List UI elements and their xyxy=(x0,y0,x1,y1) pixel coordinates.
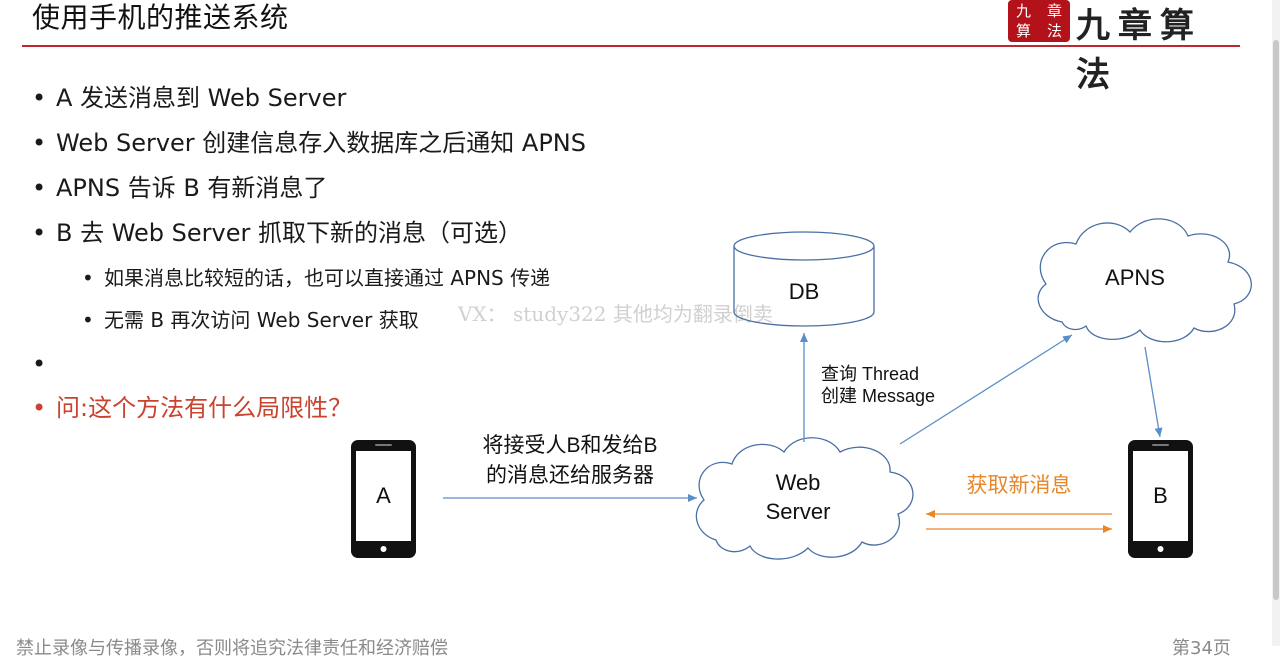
arrow-apns-to-b xyxy=(1144,346,1163,438)
fetch-edge-label: 获取新消息 xyxy=(967,474,1072,497)
db-edge-label-line1: 查询 Thread xyxy=(821,364,919,384)
phone-b-icon: B xyxy=(1128,440,1193,558)
db-edge-label-line2: 创建 Message xyxy=(821,386,935,406)
a-edge-label-line2: 的消息还给服务器 xyxy=(486,464,654,487)
web-server-label-line2: Server xyxy=(766,499,831,524)
footer-notice: 禁止录像与传播录像，否则将追究法律责任和经济赔偿 xyxy=(16,638,448,659)
apns-cloud-icon: APNS xyxy=(1037,218,1252,343)
phone-a-icon: A xyxy=(351,440,416,558)
db-label: DB xyxy=(789,279,820,304)
a-edge-label-line1: 将接受人B和发给B xyxy=(482,434,657,457)
phone-b-label: B xyxy=(1153,483,1168,508)
vertical-scrollbar[interactable] xyxy=(1272,0,1280,646)
scrollbar-thumb[interactable] xyxy=(1273,40,1279,600)
watermark: VX： study322 其他均为翻录倒卖 xyxy=(458,302,773,326)
apns-label: APNS xyxy=(1105,265,1165,290)
page-number: 第34页 xyxy=(1172,638,1231,659)
web-server-label-line1: Web xyxy=(776,470,821,495)
web-server-cloud-icon: Web Server xyxy=(695,437,914,560)
phone-a-label: A xyxy=(376,483,391,508)
